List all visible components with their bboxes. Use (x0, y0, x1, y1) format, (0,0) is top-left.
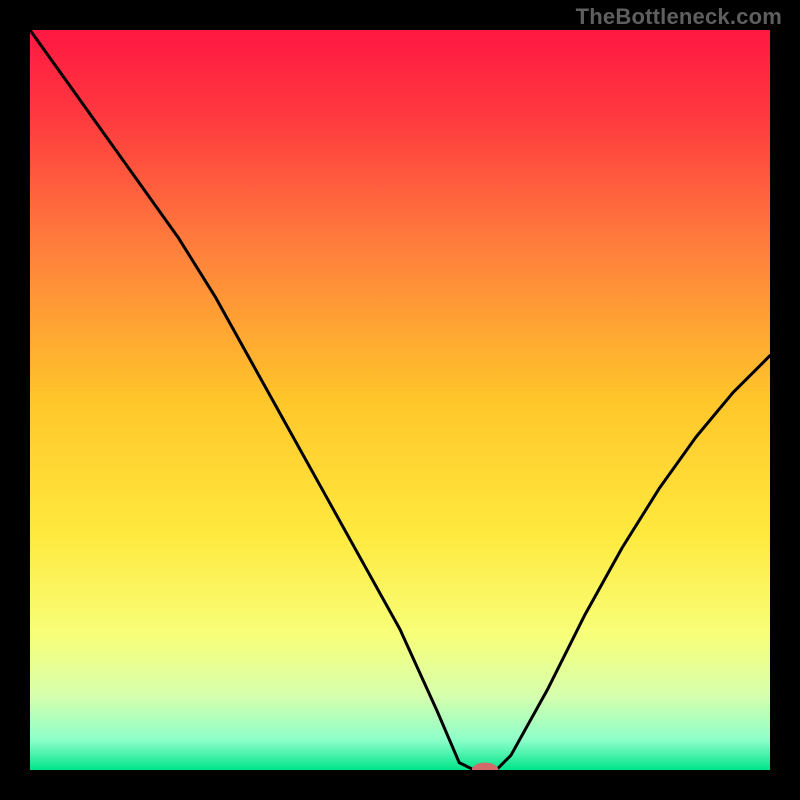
chart-svg (30, 30, 770, 770)
watermark-text: TheBottleneck.com (576, 4, 782, 30)
chart-plot-area (30, 30, 770, 770)
chart-frame: TheBottleneck.com (0, 0, 800, 800)
chart-background-gradient (30, 30, 770, 770)
